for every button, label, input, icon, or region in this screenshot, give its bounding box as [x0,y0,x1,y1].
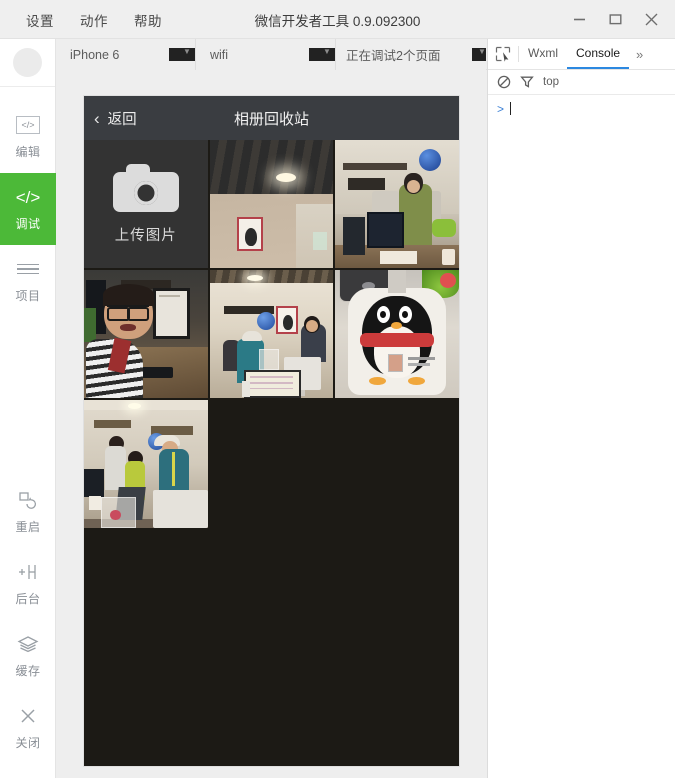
close-x-icon [18,705,38,727]
photo-grid: 上传图片 [84,140,459,528]
window-controls [565,0,665,39]
photo-person-on-phone[interactable] [335,140,459,268]
photo-qq-penguin[interactable] [335,270,459,398]
back-button[interactable]: ‹ 返回 [84,108,137,129]
maximize-icon [609,14,622,25]
console-context-selector[interactable]: top [543,76,559,88]
simulator-stage: ‹ 返回 相册回收站 上传图片 [56,70,487,778]
pages-select[interactable]: 正在调试2个页面 ▼ [336,39,486,70]
camera-icon [112,163,179,212]
devtools-panel: Wxml Console » top > [487,39,675,778]
prompt-arrow-icon: > [497,101,505,116]
devtools-tabstrip: Wxml Console » [488,39,675,70]
photo-three-people-office[interactable] [84,400,208,528]
simulator-toolbar: iPhone 6 ▼ wifi ▼ 正在调试2个页面 ▼ [56,39,487,70]
tab-wxml[interactable]: Wxml [519,39,567,69]
sidebar-item-label: 缓存 [15,664,41,678]
network-select-value: wifi [210,47,229,62]
code-icon: </> [15,187,41,207]
device-select[interactable]: iPhone 6 ▼ [56,39,196,70]
avatar [13,48,42,77]
code-box-icon: </> [16,114,40,136]
sidebar-item-background[interactable]: 后台 [0,548,56,620]
sidebar-item-restart[interactable]: 重启 [0,476,56,548]
title-bar: 设置 动作 帮助 微信开发者工具 0.9.092300 [0,0,675,39]
filter-icon[interactable] [520,75,534,89]
sidebar-item-label: 调试 [15,217,41,231]
menu-bar: 设置 动作 帮助 [24,0,164,39]
network-select[interactable]: wifi ▼ [196,39,336,70]
app-window: 设置 动作 帮助 微信开发者工具 0.9.092300 </> 编辑 </> 调… [0,0,675,778]
background-icon [17,561,39,583]
back-button-label: 返回 [107,111,137,128]
more-tabs-button[interactable]: » [629,39,650,69]
sidebar-item-debug[interactable]: </> 调试 [0,173,56,245]
console-input[interactable] [517,101,667,116]
sidebar-item-label: 项目 [15,289,41,303]
maximize-button[interactable] [601,7,629,33]
close-button[interactable] [637,7,665,33]
chevron-down-icon: ▼ [472,48,486,61]
menu-item-actions[interactable]: 动作 [78,7,110,33]
chevron-down-icon: ▼ [309,48,335,61]
photo-office-group[interactable] [209,270,334,398]
menu-item-help[interactable]: 帮助 [132,7,164,33]
chevron-left-icon: ‹ [94,108,100,128]
menu-icon [17,258,39,280]
restart-icon [18,489,38,511]
text-caret [510,102,512,115]
upload-image-tile[interactable]: 上传图片 [84,140,208,268]
left-sidebar: </> 编辑 </> 调试 项目 重启 后台 缓存 关闭 [0,39,56,778]
sidebar-secondary-group: 重启 后台 缓存 关闭 [0,476,56,764]
sidebar-item-label: 重启 [15,520,41,534]
sidebar-item-edit[interactable]: </> 编辑 [0,101,56,173]
minimize-button[interactable] [565,7,593,33]
phone-viewport: ‹ 返回 相册回收站 上传图片 [84,96,459,766]
clear-console-icon[interactable] [497,75,511,89]
console-output[interactable]: > [488,95,675,778]
upload-tile-label: 上传图片 [114,227,177,244]
sidebar-primary-group: </> 编辑 </> 调试 项目 [0,87,56,317]
minimize-icon [573,18,585,21]
photo-ceiling-poster[interactable] [209,140,334,268]
avatar-container[interactable] [0,39,55,87]
inspect-cursor-icon[interactable] [488,39,518,69]
menu-item-settings[interactable]: 设置 [24,7,56,33]
sidebar-item-label: 关闭 [15,736,41,750]
device-select-value: iPhone 6 [70,47,120,62]
pages-select-value: 正在调试2个页面 [346,49,441,63]
sidebar-item-project[interactable]: 项目 [0,245,56,317]
page-title: 相册回收站 [233,110,309,128]
sidebar-item-label: 编辑 [15,145,41,159]
chevron-down-icon: ▼ [169,48,195,61]
close-icon [645,13,657,26]
console-toolbar: top [488,70,675,95]
tab-console[interactable]: Console [567,39,630,69]
photo-man-striped-shirt[interactable] [84,270,208,398]
sidebar-item-cache[interactable]: 缓存 [0,620,56,692]
layers-icon [17,633,39,655]
app-navbar: ‹ 返回 相册回收站 [84,96,459,140]
sidebar-item-close-project[interactable]: 关闭 [0,692,56,764]
console-prompt-row[interactable]: > [488,95,675,117]
sidebar-item-label: 后台 [15,592,41,606]
